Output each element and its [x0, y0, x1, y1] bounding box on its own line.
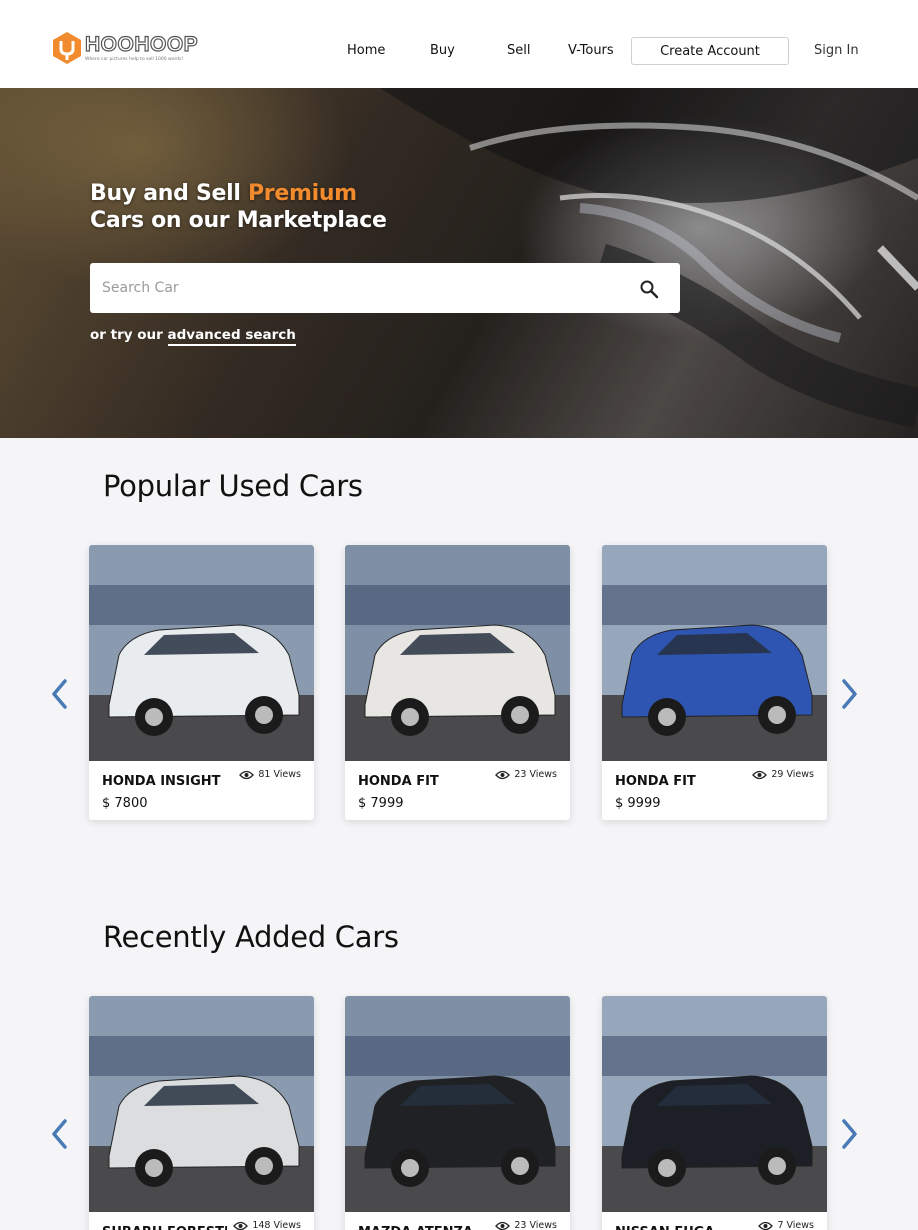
- car-name: HONDA INSIGHT: [102, 774, 221, 789]
- car-views: 29 Views: [752, 769, 814, 780]
- nav-home[interactable]: Home: [347, 43, 385, 59]
- car-card[interactable]: NISSAN FUGA 7 Views: [602, 996, 827, 1230]
- car-card[interactable]: HONDA FIT $ 9999 29 Views: [602, 545, 827, 820]
- car-name: NISSAN FUGA: [615, 1225, 740, 1230]
- popular-section-title: Popular Used Cars: [103, 469, 363, 503]
- hero-title-part1: Buy and Sell: [90, 181, 248, 206]
- advanced-search-link[interactable]: advanced search: [167, 327, 296, 346]
- car-views: 81 Views: [239, 769, 301, 780]
- nav-v-tours[interactable]: V-Tours: [568, 43, 614, 59]
- car-photo[interactable]: [345, 545, 570, 761]
- brand-name: HOOHOOP: [84, 33, 199, 56]
- car-views-count: 148 Views: [252, 1220, 301, 1230]
- car-views-count: 23 Views: [514, 1220, 557, 1230]
- car-views: 23 Views: [495, 1220, 557, 1230]
- search-icon[interactable]: [639, 279, 659, 299]
- car-views-count: 81 Views: [258, 769, 301, 780]
- car-photo[interactable]: [89, 545, 314, 761]
- car-photo[interactable]: [345, 996, 570, 1212]
- popular-next-arrow-icon[interactable]: [838, 677, 860, 711]
- popular-prev-arrow-icon[interactable]: [49, 677, 71, 711]
- car-views: 23 Views: [495, 769, 557, 780]
- car-photo[interactable]: [89, 996, 314, 1212]
- car-name: HONDA FIT: [358, 774, 439, 789]
- hero-title-line2: Cars on our Marketplace: [90, 208, 387, 233]
- car-views-count: 23 Views: [514, 769, 557, 780]
- car-name: HONDA FIT: [615, 774, 696, 789]
- car-views: 7 Views: [758, 1220, 814, 1230]
- search-box: [90, 263, 680, 313]
- car-views: 148 Views: [233, 1220, 301, 1230]
- car-name: SUBARU FORESTER: [102, 1225, 227, 1230]
- brand-tagline: Where car pictures help to sell 1000 wor…: [85, 57, 184, 62]
- nav-buy[interactable]: Buy: [430, 43, 455, 59]
- hero-banner: Buy and Sell Premium Cars on our Marketp…: [0, 88, 918, 438]
- sign-in-link[interactable]: Sign In: [814, 43, 859, 59]
- recent-section-title: Recently Added Cars: [103, 920, 399, 954]
- eye-icon: [233, 1221, 249, 1230]
- eye-icon: [495, 1221, 511, 1230]
- car-card[interactable]: HONDA FIT $ 7999 23 Views: [345, 545, 570, 820]
- hero-headline: Buy and Sell Premium Cars on our Marketp…: [90, 180, 387, 234]
- car-card[interactable]: SUBARU FORESTER 148 Views: [89, 996, 314, 1230]
- eye-icon: [758, 1221, 774, 1230]
- car-name: MAZDA ATENZA: [358, 1225, 483, 1230]
- car-photo[interactable]: [602, 996, 827, 1212]
- advanced-search-prefix: or try our: [90, 327, 168, 343]
- site-header: HOOHOOP Where car pictures help to sell …: [0, 0, 918, 88]
- car-price: $ 9999: [615, 796, 661, 811]
- recent-prev-arrow-icon[interactable]: [49, 1117, 71, 1151]
- car-card[interactable]: MAZDA ATENZA 23 Views: [345, 996, 570, 1230]
- car-photo[interactable]: [602, 545, 827, 761]
- create-account-button[interactable]: Create Account: [631, 37, 789, 65]
- eye-icon: [239, 770, 255, 779]
- eye-icon: [495, 770, 511, 779]
- car-card[interactable]: HONDA INSIGHT $ 7800 81 Views: [89, 545, 314, 820]
- car-views-count: 29 Views: [771, 769, 814, 780]
- car-price: $ 7800: [102, 796, 148, 811]
- logo-badge-icon: [53, 32, 81, 64]
- eye-icon: [752, 770, 768, 779]
- car-price: $ 7999: [358, 796, 404, 811]
- advanced-search-prompt: or try our advanced search: [90, 327, 296, 346]
- recent-next-arrow-icon[interactable]: [838, 1117, 860, 1151]
- car-views-count: 7 Views: [777, 1220, 814, 1230]
- brand-logo[interactable]: HOOHOOP Where car pictures help to sell …: [52, 31, 198, 65]
- search-input[interactable]: [102, 263, 622, 313]
- nav-sell[interactable]: Sell: [507, 43, 530, 59]
- hero-title-accent: Premium: [247, 181, 357, 206]
